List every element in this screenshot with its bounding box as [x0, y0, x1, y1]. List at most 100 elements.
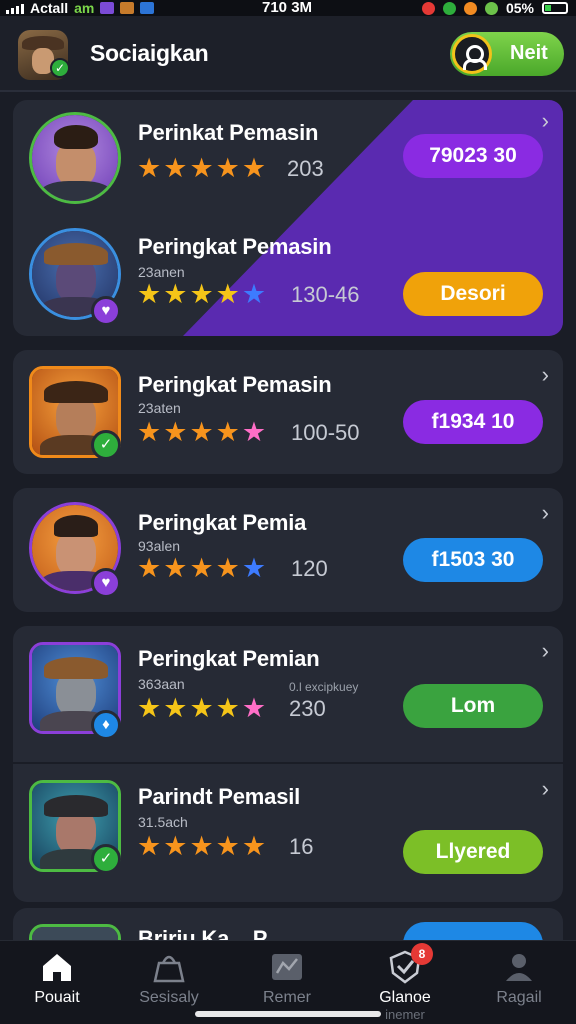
score-button[interactable]: f1503 30: [403, 538, 543, 582]
next-button[interactable]: Neit: [450, 32, 564, 76]
player-name: Peringkat Pemian: [138, 646, 320, 671]
chevron-right-icon[interactable]: ›: [542, 108, 549, 134]
user-icon: [452, 34, 492, 74]
nav-bag[interactable]: Sesisaly: [114, 949, 224, 1007]
star-icon: ★: [137, 693, 162, 723]
star-icon: ★: [137, 553, 162, 583]
player-name: Perinkat Pemasin: [138, 120, 319, 145]
star-rating: ★ ★ ★ ★ ★: [137, 418, 266, 446]
star-icon: ★: [215, 553, 240, 583]
star-icon: ★: [137, 279, 162, 309]
status-bar: Actall am 710 3M 05%: [0, 0, 576, 16]
star-icon: ★: [215, 417, 240, 447]
player-count: 203: [287, 156, 324, 181]
score-button[interactable]: 79023 30: [403, 134, 543, 178]
player-name: Parindt Pemasil: [138, 784, 301, 809]
signal-icon: [6, 3, 24, 14]
verified-check-icon: ✓: [91, 430, 121, 460]
nav-home-label: Pouait: [34, 989, 80, 1006]
player-subtitle: 93alen: [138, 538, 181, 554]
star-icon: ★: [241, 153, 267, 183]
star-icon: ★: [163, 153, 188, 183]
star-icon: ★: [189, 831, 214, 861]
star-rating: ★ ★ ★ ★ ★: [137, 280, 266, 308]
chevron-right-icon[interactable]: ›: [542, 638, 549, 664]
map-icon: [272, 954, 302, 980]
lom-button[interactable]: Lom: [403, 684, 543, 728]
player-subtitle: 23anen: [138, 264, 185, 280]
network-label: am: [74, 0, 95, 16]
home-icon: [43, 954, 71, 981]
clock: 710 3M: [262, 0, 313, 16]
nav-profile[interactable]: Ragail: [464, 949, 574, 1007]
star-icon: ★: [241, 417, 267, 447]
player-count: 120: [291, 556, 328, 581]
nav-bag-label: Sesisaly: [139, 989, 199, 1006]
player-card-group[interactable]: ♦ Peringkat Pemian 363aan 0.l excipkuey …: [13, 626, 563, 902]
app-notification-icon: [100, 2, 115, 14]
star-icon: ★: [215, 279, 240, 309]
star-icon: ★: [163, 693, 188, 723]
battery-icon: [542, 2, 568, 14]
next-button-label: Neit: [510, 42, 548, 64]
page-title: Sociaigkan: [90, 40, 209, 66]
star-icon: ★: [189, 693, 214, 723]
player-avatar-1: [29, 112, 121, 204]
star-icon: ★: [215, 693, 240, 723]
food-notification-icon: [120, 2, 135, 14]
nav-shield-label: Glanoe: [379, 989, 431, 1006]
star-icon: ★: [137, 417, 162, 447]
chevron-right-icon[interactable]: ›: [542, 500, 549, 526]
record-icon: [421, 1, 435, 15]
player-count: 130-46: [291, 282, 360, 307]
layered-button[interactable]: Llyered: [403, 830, 543, 874]
nav-map-label: Remer: [262, 989, 311, 1006]
star-icon: ★: [241, 693, 267, 723]
star-icon: ★: [241, 279, 267, 309]
player-subtitle: 363aan: [138, 676, 185, 692]
star-icon: ★: [189, 553, 214, 583]
carrier-label: Actall: [30, 0, 69, 16]
bolt-icon: [484, 1, 498, 15]
verified-check-icon: ✓: [50, 58, 70, 78]
star-icon: ★: [163, 553, 188, 583]
player-note: 0.l excipkuey: [289, 680, 359, 694]
star-rating: ★ ★ ★ ★ ★: [137, 154, 266, 182]
home-indicator[interactable]: [195, 1011, 381, 1017]
player-name: Peringkat Pemasin: [138, 372, 332, 397]
star-icon: ★: [189, 153, 214, 183]
app-header: ✓ Sociaigkan Neit: [0, 16, 576, 92]
score-button[interactable]: f1934 10: [403, 400, 543, 444]
heart-badge-icon: ♥: [91, 296, 121, 326]
player-name: Peringkat Pemasin: [138, 234, 332, 259]
profile-icon: [506, 954, 532, 981]
flag-notification-icon: [140, 2, 155, 14]
player-card-featured[interactable]: Perinkat Pemasin ★ ★ ★ ★ ★ 203 79023 30 › ♥ …: [13, 100, 563, 336]
shield-badge-icon: ♦: [91, 710, 121, 740]
gear-icon: [463, 1, 477, 15]
star-icon: ★: [241, 553, 267, 583]
star-icon: ★: [215, 831, 240, 861]
player-count: 230: [289, 696, 326, 721]
nav-profile-label: Ragail: [496, 989, 542, 1006]
player-card[interactable]: ♥ Peringkat Pemia 93alen ★ ★ ★ ★ ★ 120 f1503…: [13, 488, 563, 612]
chevron-right-icon[interactable]: ›: [542, 362, 549, 388]
chevron-right-icon[interactable]: ›: [542, 776, 549, 802]
star-rating: ★ ★ ★ ★ ★: [137, 554, 266, 582]
nav-home[interactable]: Pouait: [2, 949, 112, 1007]
star-icon: ★: [189, 279, 214, 309]
star-icon: ★: [137, 831, 162, 861]
player-subtitle: 31.5ach: [138, 814, 188, 830]
notification-badge: 8: [411, 943, 433, 965]
player-card[interactable]: ✓ Peringkat Pemasin 23aten ★ ★ ★ ★ ★ 100-50 …: [13, 350, 563, 474]
star-icon: ★: [241, 831, 267, 861]
star-rating: ★ ★ ★ ★ ★: [137, 694, 266, 722]
battery-percent: 05%: [505, 0, 534, 16]
card-divider: [13, 762, 563, 764]
star-icon: ★: [163, 831, 188, 861]
star-icon: ★: [137, 153, 162, 183]
nav-map[interactable]: Remer: [232, 949, 342, 1007]
desori-button[interactable]: Desori: [403, 272, 543, 316]
player-name: Peringkat Pemia: [138, 510, 307, 535]
star-icon: ★: [163, 279, 188, 309]
